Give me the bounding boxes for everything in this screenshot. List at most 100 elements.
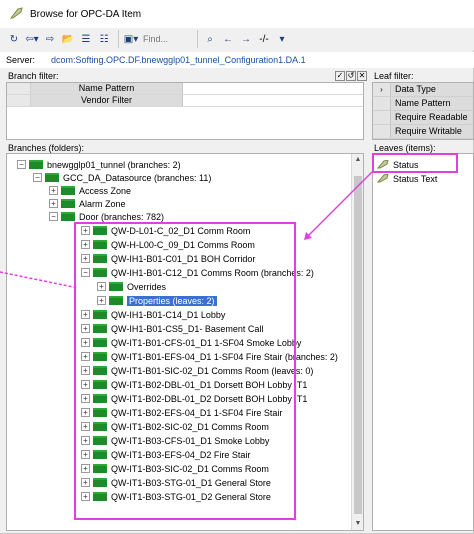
tree-node[interactable]: + QW-IT1-B03-STG-01_D1 General Store bbox=[81, 476, 271, 489]
collapse-icon[interactable]: − bbox=[17, 160, 26, 169]
expand-icon[interactable]: + bbox=[97, 296, 106, 305]
tree-node[interactable]: − GCC_DA_Datasource (branches: 11) bbox=[33, 171, 211, 184]
expand-icon[interactable]: + bbox=[81, 380, 90, 389]
tree-node[interactable]: + QW-IH1-B01-C01_D1 BOH Corridor bbox=[81, 252, 255, 265]
collapse-icon[interactable]: − bbox=[81, 268, 90, 277]
search-icon[interactable]: ⌕ bbox=[202, 30, 218, 48]
tree-collapse-icon[interactable]: ☷ bbox=[96, 30, 112, 48]
tree-node[interactable]: + Properties (leaves: 2) bbox=[97, 294, 217, 307]
list-item[interactable]: Status Text bbox=[376, 172, 437, 185]
expand-icon[interactable]: + bbox=[81, 394, 90, 403]
reset-filter-icon[interactable]: ↺ bbox=[346, 71, 356, 81]
tree-node[interactable]: + QW-IT1-B01-EFS-04_D1 1-SF04 Fire Stair… bbox=[81, 350, 338, 363]
folder-icon bbox=[61, 199, 75, 208]
tree-node-label: QW-IH1-B01-C14_D1 Lobby bbox=[111, 309, 226, 320]
expand-icon[interactable]: + bbox=[97, 282, 106, 291]
folder-icon bbox=[93, 450, 107, 459]
apply-filter-icon[interactable]: ✓ bbox=[335, 71, 345, 81]
tree-node-label: QW-IT1-B01-EFS-04_D1 1-SF04 Fire Stair (… bbox=[111, 351, 338, 362]
server-value[interactable]: dcom:Softing.OPC.DF.bnewgglp01_tunnel_Co… bbox=[51, 55, 306, 65]
refresh-icon[interactable]: ↻ bbox=[6, 30, 22, 48]
expand-icon[interactable]: + bbox=[49, 186, 58, 195]
row-header bbox=[7, 95, 31, 106]
expand-icon[interactable]: + bbox=[81, 450, 90, 459]
next-arrow-icon[interactable]: → bbox=[238, 30, 254, 48]
folder-icon bbox=[61, 186, 75, 195]
opc-leaf-icon bbox=[9, 7, 24, 21]
tree-node[interactable]: + QW-H-L00-C_09_D1 Comms Room bbox=[81, 238, 255, 251]
expand-icon[interactable]: + bbox=[81, 436, 90, 445]
tree-node[interactable]: + QW-IT1-B03-EFS-04_D2 Fire Stair bbox=[81, 448, 250, 461]
tree-node[interactable]: + QW-IT1-B02-DBL-01_D2 Dorsett BOH Lobby… bbox=[81, 392, 307, 405]
tree-node[interactable]: + QW-D-L01-C_02_D1 Comm Room bbox=[81, 224, 250, 237]
tree-node-label: QW-IT1-B02-SIC-02_D1 Comms Room bbox=[111, 421, 269, 432]
expand-icon[interactable]: + bbox=[81, 478, 90, 487]
expand-icon[interactable]: + bbox=[81, 366, 90, 375]
find-input[interactable] bbox=[141, 31, 193, 47]
scroll-thumb[interactable] bbox=[354, 176, 362, 514]
forward-arrow-icon[interactable]: ⇨ bbox=[42, 30, 58, 48]
prev-arrow-icon[interactable]: ← bbox=[220, 30, 236, 48]
expand-icon[interactable]: + bbox=[81, 492, 90, 501]
folder-up-icon[interactable]: 📂 bbox=[60, 30, 76, 48]
branch-filter-row[interactable]: Name Pattern bbox=[7, 83, 363, 95]
expand-icon[interactable]: + bbox=[81, 254, 90, 263]
tree-node[interactable]: − bnewgglp01_tunnel (branches: 2) bbox=[17, 158, 181, 171]
tree-expand-icon[interactable]: ☰ bbox=[78, 30, 94, 48]
tree-node[interactable]: + QW-IT1-B03-CFS-01_D1 Smoke Lobby bbox=[81, 434, 269, 447]
leaf-filter-name: Require Writable bbox=[391, 125, 473, 138]
tree-node[interactable]: + QW-IT1-B03-SIC-02_D1 Comms Room bbox=[81, 462, 269, 475]
tree-node[interactable]: + QW-IH1-B01-CS5_D1- Basement Call bbox=[81, 322, 263, 335]
tree-node[interactable]: + QW-IT1-B02-EFS-04_D1 1-SF04 Fire Stair bbox=[81, 406, 282, 419]
tree-node[interactable]: + QW-IT1-B03-STG-01_D2 General Store bbox=[81, 490, 271, 503]
collapse-icon[interactable]: − bbox=[33, 173, 42, 182]
window-title: Browse for OPC-DA Item bbox=[30, 8, 142, 20]
expand-icon[interactable]: + bbox=[81, 352, 90, 361]
toolbar-separator bbox=[197, 30, 198, 48]
scroll-down-icon[interactable]: ▼ bbox=[352, 518, 363, 530]
tree-node[interactable]: − Door (branches: 782) bbox=[49, 210, 164, 223]
leaf-filter-row[interactable]: Require Readable bbox=[373, 111, 473, 125]
row-header bbox=[7, 83, 31, 94]
expand-icon[interactable]: + bbox=[81, 464, 90, 473]
folder-icon bbox=[29, 160, 43, 169]
expand-icon[interactable]: + bbox=[81, 324, 90, 333]
list-item[interactable]: Status bbox=[376, 158, 419, 171]
expand-icon[interactable]: + bbox=[81, 338, 90, 347]
tree-node[interactable]: + QW-IH1-B01-C14_D1 Lobby bbox=[81, 308, 225, 321]
view-options-icon[interactable]: ▣▾ bbox=[123, 30, 139, 48]
expand-icon[interactable]: + bbox=[81, 310, 90, 319]
expand-icon[interactable]: + bbox=[81, 226, 90, 235]
expand-icon[interactable]: + bbox=[49, 199, 58, 208]
clear-filter-icon[interactable]: ✕ bbox=[357, 71, 367, 81]
leaf-filter-row[interactable]: Name Pattern bbox=[373, 97, 473, 111]
scroll-up-icon[interactable]: ▲ bbox=[352, 154, 363, 166]
branch-filter-row[interactable]: Vendor Filter bbox=[7, 95, 363, 107]
tree-node[interactable]: + Overrides bbox=[97, 280, 166, 293]
expand-icon[interactable]: + bbox=[81, 408, 90, 417]
row-header bbox=[373, 97, 391, 110]
folder-icon bbox=[93, 310, 107, 319]
branch-filter-value[interactable] bbox=[183, 83, 363, 94]
expand-chevron-icon[interactable]: › bbox=[373, 83, 391, 96]
toolbar: ↻ ⇦▾ ⇨ 📂 ☰ ☷ ▣▾ ⌕ ← → -/- ▾ bbox=[0, 28, 474, 50]
branch-filter-value[interactable] bbox=[183, 95, 363, 106]
back-arrow-icon[interactable]: ⇦▾ bbox=[24, 30, 40, 48]
tree-node[interactable]: + QW-IT1-B02-SIC-02_D1 Comms Room bbox=[81, 420, 269, 433]
folder-icon bbox=[93, 268, 107, 277]
collapse-icon[interactable]: − bbox=[49, 212, 58, 221]
leaf-filter-row[interactable]: Require Writable bbox=[373, 125, 473, 139]
folder-icon bbox=[93, 324, 107, 333]
tree-node[interactable]: + Alarm Zone bbox=[49, 197, 126, 210]
folder-icon bbox=[93, 352, 107, 361]
tree-node[interactable]: + Access Zone bbox=[49, 184, 131, 197]
tree-node[interactable]: + QW-IT1-B02-DBL-01_D1 Dorsett BOH Lobby… bbox=[81, 378, 307, 391]
expand-icon[interactable]: + bbox=[81, 422, 90, 431]
tree-node[interactable]: − QW-IH1-B01-C12_D1 Comms Room (branches… bbox=[81, 266, 314, 279]
expand-icon[interactable]: + bbox=[81, 240, 90, 249]
tree-node[interactable]: + QW-IT1-B01-CFS-01_D1 1-SF04 Smoke Lobb… bbox=[81, 336, 301, 349]
dropdown-chevron-icon[interactable]: ▾ bbox=[274, 30, 290, 48]
tree-node[interactable]: + QW-IT1-B01-SIC-02_D1 Comms Room (leave… bbox=[81, 364, 313, 377]
leaf-filter-row[interactable]: › Data Type bbox=[373, 83, 473, 97]
vertical-scrollbar[interactable]: ▲ ▼ bbox=[351, 154, 363, 530]
